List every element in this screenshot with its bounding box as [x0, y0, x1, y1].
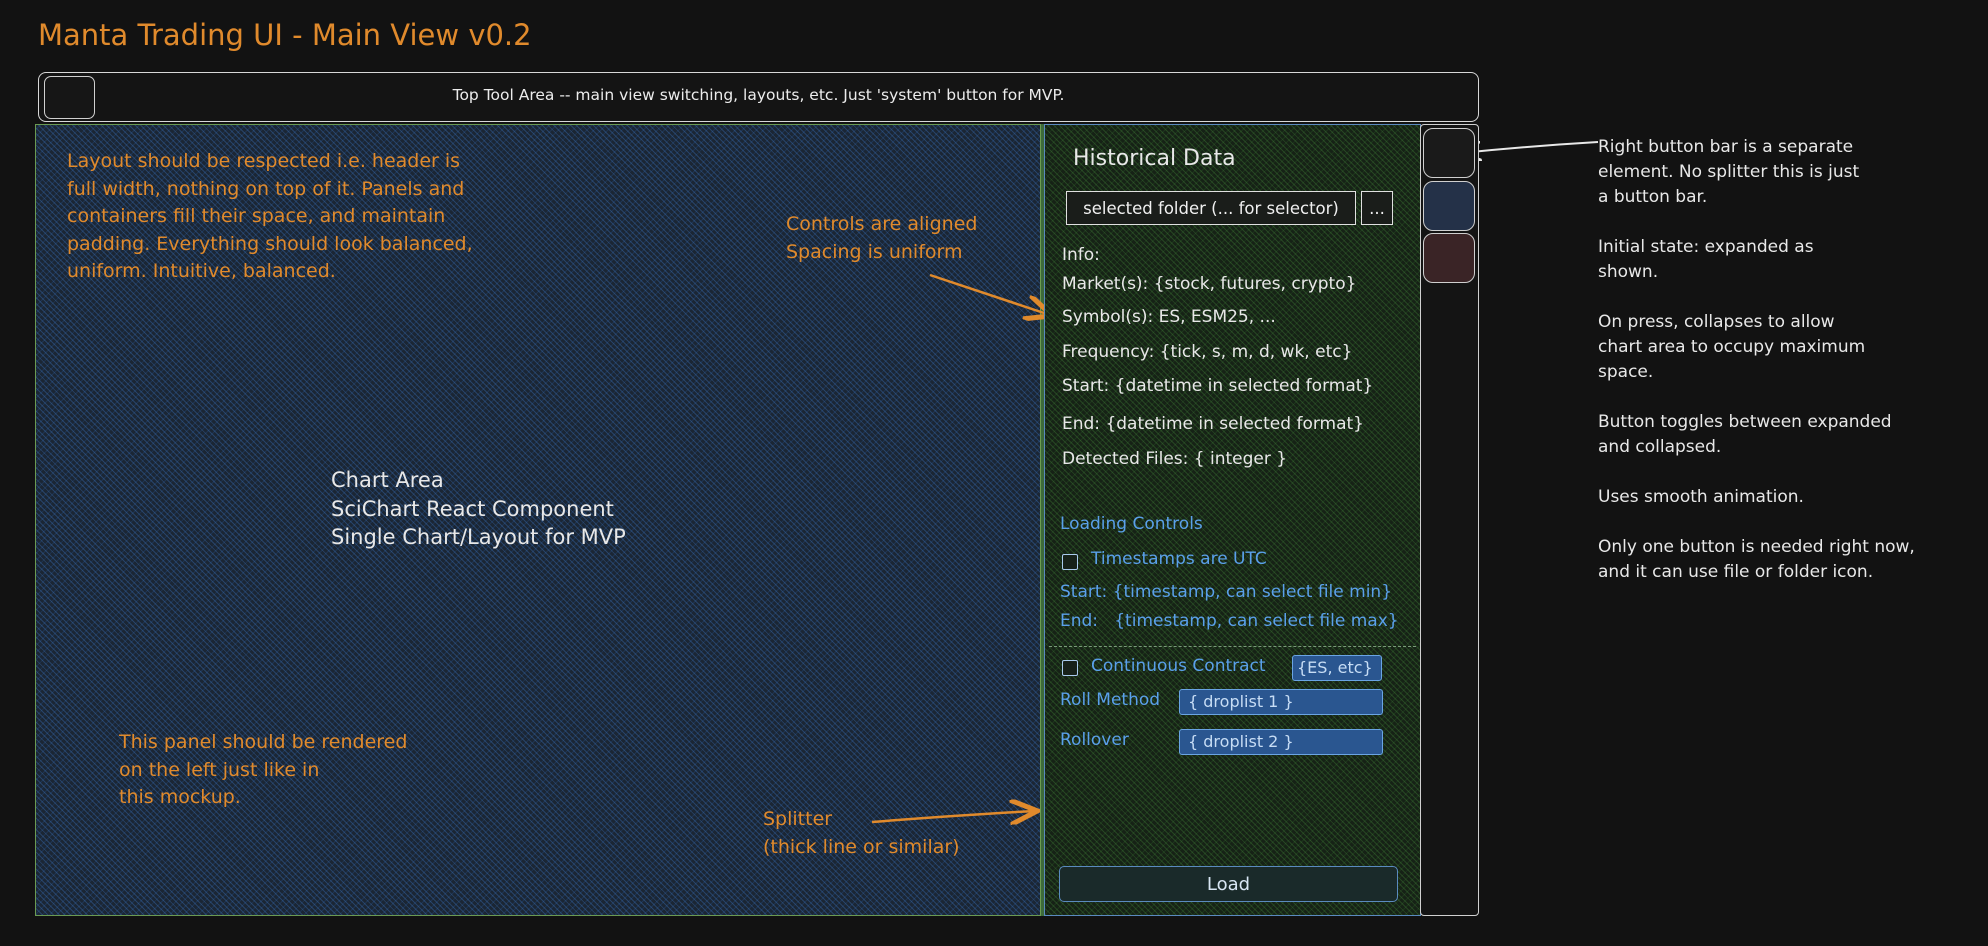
continuous-contract-checkbox[interactable]: [1062, 660, 1078, 676]
loading-controls-heading: Loading Controls: [1060, 514, 1203, 534]
chart-area-label-line: SciChart React Component: [331, 496, 614, 521]
contract-symbol-field[interactable]: {ES, etc}: [1292, 655, 1382, 681]
left-panel-note: This panel should be rendered on the lef…: [119, 731, 408, 808]
detected-files-info: Detected Files: { integer }: [1062, 449, 1288, 469]
page-title: Manta Trading UI - Main View v0.2: [38, 18, 532, 52]
loading-end[interactable]: End: {timestamp, can select file max}: [1060, 611, 1399, 631]
chart-area-label-line: Chart Area: [331, 468, 444, 492]
panel-heading: Historical Data: [1073, 146, 1236, 171]
blue-button[interactable]: [1423, 181, 1475, 231]
button-bar-arrow: [1461, 141, 1599, 153]
info-label: Info:: [1062, 245, 1100, 265]
end-info: End: {datetime in selected format}: [1062, 414, 1364, 434]
layout-note: Layout should be respected i.e. header i…: [67, 150, 473, 282]
rollover-label: Rollover: [1060, 730, 1129, 750]
rollover-dropdown[interactable]: { droplist 2 }: [1179, 729, 1383, 755]
chart-area-label-line: Single Chart/Layout for MVP: [331, 525, 626, 549]
controls-aligned-note: Controls are aligned Spacing is uniform: [786, 213, 978, 263]
folder-toggle-button[interactable]: [1423, 128, 1475, 178]
loading-start[interactable]: Start: {timestamp, can select file min}: [1060, 582, 1392, 602]
markets-info: Market(s): {stock, futures, crypto}: [1062, 274, 1357, 294]
browse-folder-button[interactable]: ...: [1361, 191, 1393, 225]
symbols-info: Symbol(s): ES, ESM25, ...: [1062, 307, 1276, 327]
folder-field[interactable]: selected folder (... for selector): [1066, 191, 1356, 225]
section-divider: [1049, 646, 1416, 647]
load-button[interactable]: Load: [1059, 866, 1398, 902]
roll-method-label: Roll Method: [1060, 690, 1161, 710]
utc-label: Timestamps are UTC: [1091, 549, 1267, 569]
start-info: Start: {datetime in selected format}: [1062, 376, 1374, 396]
splitter-note: Splitter (thick line or similar): [763, 808, 960, 858]
top-tool-area-description: Top Tool Area -- main view switching, la…: [452, 86, 1065, 104]
frequency-info: Frequency: {tick, s, m, d, wk, etc}: [1062, 342, 1353, 362]
continuous-contract-label: Continuous Contract: [1091, 656, 1266, 676]
red-button[interactable]: [1423, 233, 1475, 283]
chart-area-label: Chart Area SciChart React Component Sing…: [331, 466, 626, 552]
roll-method-dropdown[interactable]: { droplist 1 }: [1179, 689, 1383, 715]
utc-checkbox[interactable]: [1062, 554, 1078, 570]
right-notes: Right button bar is a separate element. …: [1598, 137, 1915, 582]
